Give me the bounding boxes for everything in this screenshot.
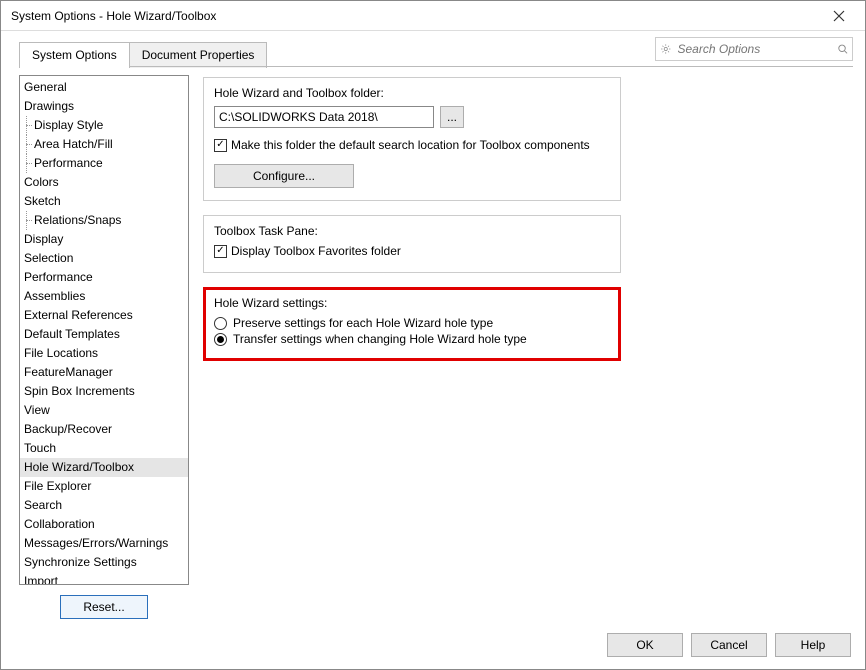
ok-button[interactable]: OK [607, 633, 683, 657]
titlebar: System Options - Hole Wizard/Toolbox [1, 1, 865, 31]
tree-item[interactable]: Default Templates [20, 325, 188, 344]
hole-wizard-settings-group: Hole Wizard settings: Preserve settings … [203, 287, 621, 361]
preserve-settings-radio[interactable] [214, 317, 227, 330]
tree-item[interactable]: Assemblies [20, 287, 188, 306]
toolbox-folder-input[interactable] [214, 106, 434, 128]
tree-item[interactable]: Synchronize Settings [20, 553, 188, 572]
tree-item[interactable]: Sketch [20, 192, 188, 211]
tree-item[interactable]: Performance [20, 154, 188, 173]
options-content: Hole Wizard and Toolbox folder: ... Make… [203, 75, 853, 619]
close-icon [833, 10, 845, 22]
tree-item[interactable]: Collaboration [20, 515, 188, 534]
tree-item[interactable]: FeatureManager [20, 363, 188, 382]
transfer-settings-radio[interactable] [214, 333, 227, 346]
gear-icon [660, 41, 672, 57]
transfer-settings-row[interactable]: Transfer settings when changing Hole Wiz… [214, 332, 610, 346]
tree-item[interactable]: Search [20, 496, 188, 515]
hw-settings-label: Hole Wizard settings: [214, 296, 610, 310]
tab-system-options[interactable]: System Options [19, 42, 130, 68]
cancel-button[interactable]: Cancel [691, 633, 767, 657]
tree-item[interactable]: Relations/Snaps [20, 211, 188, 230]
search-input[interactable] [676, 41, 837, 57]
close-button[interactable] [819, 2, 859, 30]
tab-bar: System Options Document Properties [1, 31, 865, 67]
preserve-settings-label: Preserve settings for each Hole Wizard h… [233, 316, 493, 330]
transfer-settings-label: Transfer settings when changing Hole Wiz… [233, 332, 527, 346]
tree-item[interactable]: Selection [20, 249, 188, 268]
tab-document-properties[interactable]: Document Properties [130, 42, 268, 68]
folder-group-label: Hole Wizard and Toolbox folder: [214, 86, 610, 100]
tree-item[interactable]: Display Style [20, 116, 188, 135]
tree-item[interactable]: External References [20, 306, 188, 325]
reset-button[interactable]: Reset... [60, 595, 147, 619]
tree-item[interactable]: Display [20, 230, 188, 249]
tree-item[interactable]: Import [20, 572, 188, 585]
taskpane-group-label: Toolbox Task Pane: [214, 224, 610, 238]
tree-item[interactable]: View [20, 401, 188, 420]
tree-item[interactable]: Colors [20, 173, 188, 192]
browse-button[interactable]: ... [440, 106, 464, 128]
help-button[interactable]: Help [775, 633, 851, 657]
tree-item[interactable]: Performance [20, 268, 188, 287]
tree-item[interactable]: Hole Wizard/Toolbox [20, 458, 188, 477]
default-location-label: Make this folder the default search loca… [231, 138, 590, 152]
tree-item[interactable]: Area Hatch/Fill [20, 135, 188, 154]
tree-item[interactable]: Spin Box Increments [20, 382, 188, 401]
favorites-label: Display Toolbox Favorites folder [231, 244, 401, 258]
tree-item[interactable]: Backup/Recover [20, 420, 188, 439]
window-title: System Options - Hole Wizard/Toolbox [11, 9, 819, 23]
tree-item[interactable]: Drawings [20, 97, 188, 116]
search-options-box[interactable] [655, 37, 853, 61]
tree-item[interactable]: General [20, 78, 188, 97]
tree-item[interactable]: File Locations [20, 344, 188, 363]
options-tree[interactable]: GeneralDrawingsDisplay StyleArea Hatch/F… [19, 75, 189, 585]
folder-group: Hole Wizard and Toolbox folder: ... Make… [203, 77, 621, 201]
dialog-footer: OK Cancel Help [1, 625, 865, 669]
taskpane-group: Toolbox Task Pane: Display Toolbox Favor… [203, 215, 621, 273]
system-options-dialog: System Options - Hole Wizard/Toolbox Sys… [0, 0, 866, 670]
search-icon [837, 41, 849, 57]
default-location-checkbox[interactable] [214, 139, 227, 152]
tree-item[interactable]: Messages/Errors/Warnings [20, 534, 188, 553]
default-location-row[interactable]: Make this folder the default search loca… [214, 138, 610, 152]
tree-item[interactable]: Touch [20, 439, 188, 458]
favorites-checkbox[interactable] [214, 245, 227, 258]
tab-underline [19, 66, 853, 67]
configure-button[interactable]: Configure... [214, 164, 354, 188]
tree-item[interactable]: File Explorer [20, 477, 188, 496]
preserve-settings-row[interactable]: Preserve settings for each Hole Wizard h… [214, 316, 610, 330]
favorites-row[interactable]: Display Toolbox Favorites folder [214, 244, 610, 258]
